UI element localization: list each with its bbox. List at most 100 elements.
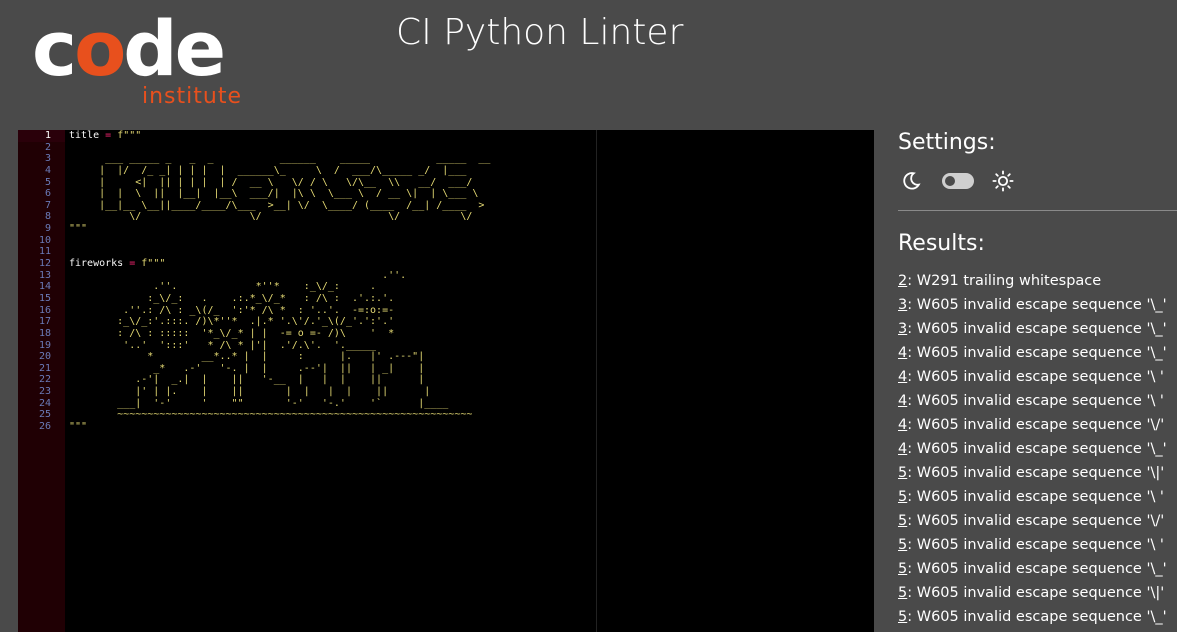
- string-close: """: [69, 421, 88, 433]
- result-item: 4: W605 invalid escape sequence '\_': [898, 440, 1177, 464]
- line-number: 8: [44, 211, 51, 223]
- result-item: 2: W291 trailing whitespace: [898, 272, 1177, 296]
- linter-app: code institute CI Python Linter 12345678…: [0, 0, 1177, 632]
- settings-heading: Settings:: [898, 130, 996, 155]
- line-number: 22: [38, 374, 51, 386]
- result-item: 5: W605 invalid escape sequence '\|': [898, 464, 1177, 488]
- line-number: 18: [38, 327, 51, 339]
- line-number: 2: [44, 141, 51, 153]
- result-line-link[interactable]: 2: [898, 273, 907, 289]
- result-message: : W605 invalid escape sequence '\_': [907, 345, 1167, 361]
- variable-name: title: [69, 130, 100, 141]
- variable-name: fireworks: [69, 258, 124, 270]
- code-line[interactable]: title = f""": [69, 130, 874, 142]
- logo-wordmark: code: [32, 4, 226, 94]
- code-line[interactable]: [69, 246, 874, 258]
- code-line[interactable]: """: [69, 223, 874, 235]
- sun-icon: [992, 170, 1014, 192]
- line-number: 14: [38, 281, 51, 293]
- code-institute-logo: code institute: [32, 4, 262, 112]
- ascii-art-line[interactable]: : /\ : ::::: '*_\/_* | | -= o =- /)\ ' *: [69, 328, 874, 340]
- result-item: 5: W605 invalid escape sequence '\_': [898, 608, 1177, 632]
- result-message: : W605 invalid escape sequence '\_': [907, 441, 1167, 457]
- line-number: 13: [38, 269, 51, 281]
- ascii-art-line[interactable]: \/ \/ \/ \/: [69, 211, 874, 223]
- result-message: : W605 invalid escape sequence '\_': [907, 297, 1167, 313]
- ascii-art-line[interactable]: :_\/_:'.:::. /)\*''* .|.* '.\'/.'_\(/_'.…: [69, 316, 874, 328]
- code-editor[interactable]: 1 2 3 4 5 6 7 8 9 10 11 12 13 14 15 16 17 18 19 20 21 22 23 24 2…: [18, 130, 874, 632]
- ascii-art-line[interactable]: ~~~~~~~~~~~~~~~~~~~~~~~~~~~~~~~~~~~~~~~~…: [69, 409, 874, 421]
- line-number: 25: [38, 409, 51, 421]
- ascii-art-line[interactable]: ___ _____ _ _ _ ______ _____ _____ __: [69, 153, 874, 165]
- result-line-link[interactable]: 5: [898, 561, 907, 577]
- result-line-link[interactable]: 4: [898, 369, 907, 385]
- assign-operator: =: [129, 258, 136, 270]
- result-item: 4: W605 invalid escape sequence '\ ': [898, 392, 1177, 416]
- result-line-link[interactable]: 5: [898, 513, 907, 529]
- ascii-art-line[interactable]: | |/ /_ _| | | | | ______\_ \ / ___/\___…: [69, 165, 874, 177]
- result-line-link[interactable]: 5: [898, 609, 907, 625]
- result-message: : W605 invalid escape sequence '\|': [907, 465, 1165, 481]
- result-line-link[interactable]: 5: [898, 585, 907, 601]
- ascii-art-line[interactable]: '..' ':::' * /\ * |'| .'/.\'. '._____: [69, 340, 874, 352]
- result-line-link[interactable]: 5: [898, 489, 907, 505]
- line-number: 6: [44, 188, 51, 200]
- result-message: : W605 invalid escape sequence '\_': [907, 321, 1167, 337]
- logo-letter-o: o: [74, 4, 126, 93]
- result-line-link[interactable]: 4: [898, 417, 907, 433]
- ascii-art-line[interactable]: .''. *''* :_\/_: .: [69, 281, 874, 293]
- result-item: 5: W605 invalid escape sequence '\_': [898, 560, 1177, 584]
- ascii-art-line[interactable]: ___| '-' ' "" '-' '-.' '` |____: [69, 398, 874, 410]
- line-number: 15: [38, 292, 51, 304]
- result-item: 4: W605 invalid escape sequence '\ ': [898, 368, 1177, 392]
- result-line-link[interactable]: 4: [898, 345, 907, 361]
- line-number: 1: [18, 130, 65, 142]
- ascii-art-line[interactable]: _* .-' '-. | | .--'| || | _| |: [69, 363, 874, 375]
- line-number: 9: [44, 223, 51, 235]
- result-item: 3: W605 invalid escape sequence '\_': [898, 296, 1177, 320]
- code-line[interactable]: """: [69, 421, 874, 433]
- code-content[interactable]: title = f""" ___ _____ _ _ _ ______ ____…: [69, 130, 874, 632]
- logo-letters-de: de: [123, 4, 226, 93]
- result-line-link[interactable]: 3: [898, 297, 907, 313]
- moon-icon: [903, 172, 921, 190]
- ascii-art-line[interactable]: |__|__ \__||____/____/\___ >__| \/ \____…: [69, 200, 874, 212]
- result-message: : W605 invalid escape sequence '\/': [907, 513, 1165, 529]
- ascii-art-line[interactable]: | <| || | | | | / __ \ \/ / \ \/\__ \\ _…: [69, 177, 874, 189]
- result-line-link[interactable]: 4: [898, 441, 907, 457]
- line-number: 24: [38, 397, 51, 409]
- result-item: 3: W605 invalid escape sequence '\_': [898, 320, 1177, 344]
- result-line-link[interactable]: 5: [898, 537, 907, 553]
- result-line-link[interactable]: 5: [898, 465, 907, 481]
- line-number: 11: [38, 246, 51, 258]
- theme-toggle[interactable]: [942, 173, 974, 189]
- ascii-art-line[interactable]: .-'| _.| | || '-__ | | | || |: [69, 374, 874, 386]
- result-message: : W605 invalid escape sequence '\/': [907, 417, 1165, 433]
- theme-switcher: [900, 168, 1030, 194]
- line-number: 4: [44, 164, 51, 176]
- string-close: """: [69, 223, 88, 235]
- result-item: 4: W605 invalid escape sequence '\_': [898, 344, 1177, 368]
- result-item: 4: W605 invalid escape sequence '\/': [898, 416, 1177, 440]
- result-line-link[interactable]: 3: [898, 321, 907, 337]
- result-message: : W605 invalid escape sequence '\ ': [907, 369, 1164, 385]
- result-item: 5: W605 invalid escape sequence '\/': [898, 512, 1177, 536]
- assign-operator: =: [105, 130, 112, 141]
- ascii-art-line[interactable]: .''.: /\ : _\(/_ ':'* /\ * : '..'. -=:o:…: [69, 305, 874, 317]
- code-line[interactable]: [69, 235, 874, 247]
- ascii-art-line[interactable]: [69, 142, 874, 154]
- line-number: 21: [38, 362, 51, 374]
- line-number: 26: [38, 421, 51, 433]
- code-line[interactable]: [69, 433, 874, 445]
- ascii-art-line[interactable]: :_\/_: . .:.*_\/_* : /\ : .'.:.'.: [69, 293, 874, 305]
- line-number: 3: [44, 153, 51, 165]
- ascii-art-line[interactable]: * __*..* | | : |. |' .---"|: [69, 351, 874, 363]
- code-line[interactable]: fireworks = f""": [69, 258, 874, 270]
- logo-letter-c: c: [32, 4, 77, 93]
- logo-subtitle: institute: [142, 84, 242, 109]
- ascii-art-line[interactable]: .''.: [69, 270, 874, 282]
- result-line-link[interactable]: 4: [898, 393, 907, 409]
- ascii-art-line[interactable]: | | \ || |__| |__\ ___/| |\ \ \___ \ / _…: [69, 188, 874, 200]
- result-message: : W605 invalid escape sequence '\_': [907, 609, 1167, 625]
- ascii-art-line[interactable]: |' | |. | || | | | | || |: [69, 386, 874, 398]
